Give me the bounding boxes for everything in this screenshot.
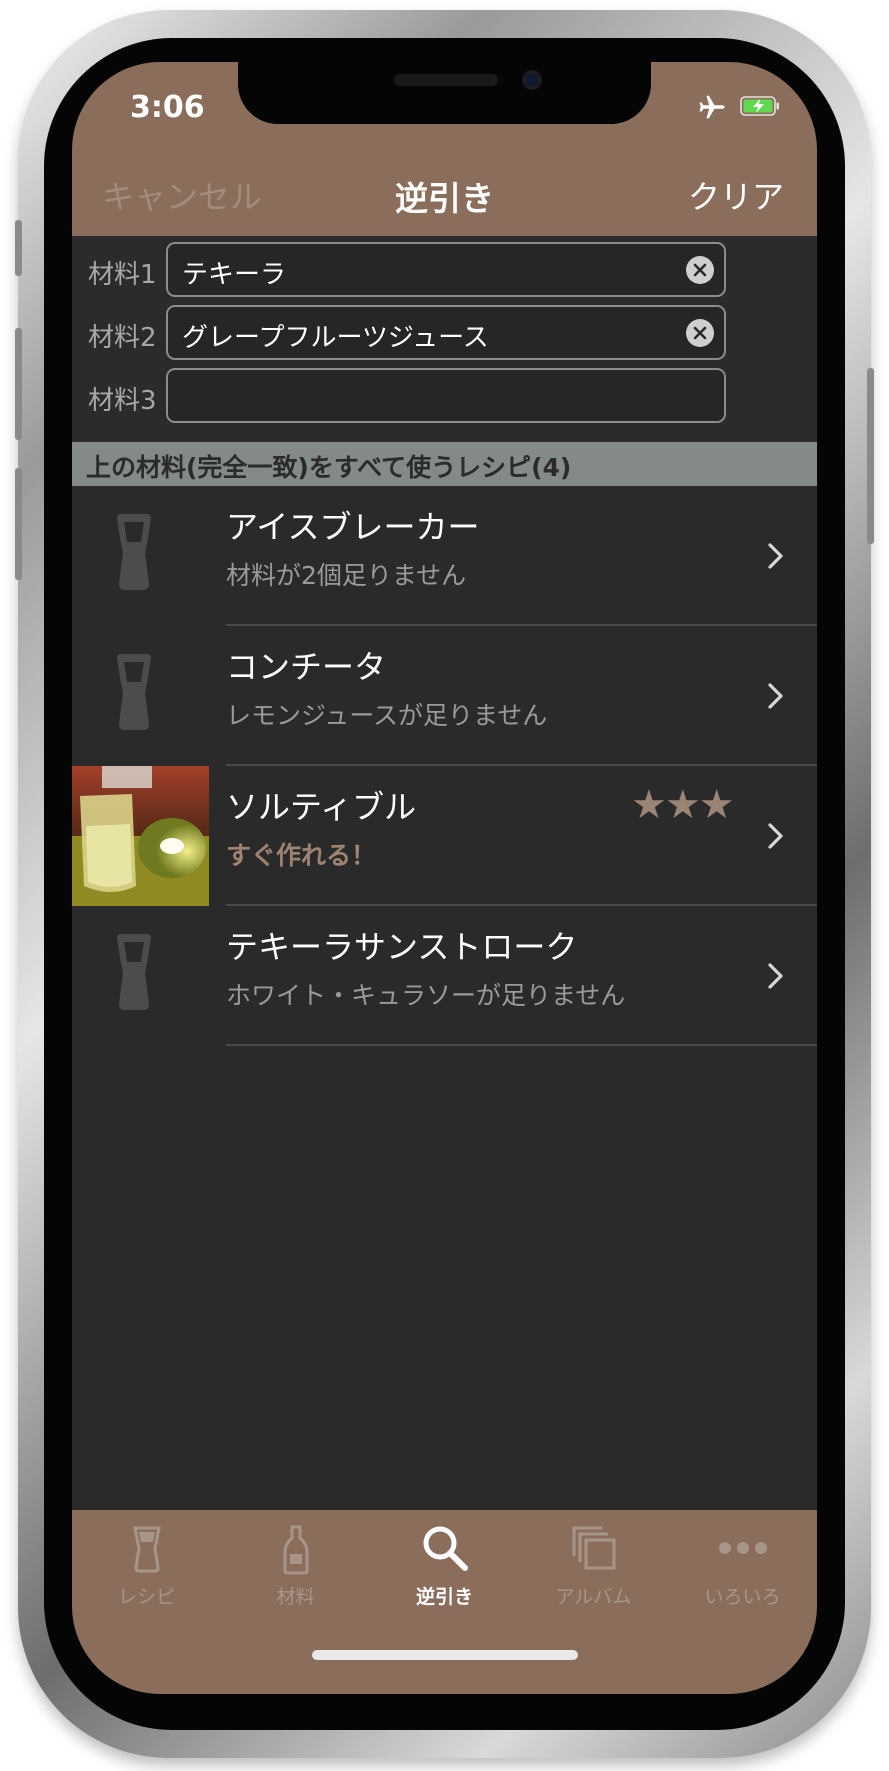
album-icon — [572, 1526, 615, 1570]
recipe-name: テキーラサンストローク — [226, 928, 578, 966]
chevron-right-icon — [768, 683, 783, 709]
speaker-grille — [394, 74, 498, 86]
section-header: 上の材料(完全一致)をすべて使うレシピ(4) — [72, 442, 817, 486]
search-icon — [423, 1526, 468, 1571]
ingredient-row-1: 材料1 テキーラ — [72, 242, 817, 300]
clear-field-2-button[interactable] — [686, 319, 714, 347]
ingredient-input-3[interactable] — [166, 368, 726, 423]
tab-reverse-lookup[interactable]: 逆引き — [370, 1510, 519, 1620]
ingredient-label-1: 材料1 — [88, 260, 157, 290]
close-icon — [693, 326, 707, 340]
volume-down-button — [15, 468, 22, 580]
chevron-right-icon — [768, 543, 783, 569]
ingredient-value-2: グレープフルーツジュース — [182, 323, 489, 353]
front-camera — [522, 70, 542, 90]
recipe-detail: ホワイト・キュラソーが足りません — [226, 981, 626, 1010]
ingredient-input-1[interactable]: テキーラ — [166, 242, 726, 297]
recipe-row[interactable]: テキーラサンストローク ホワイト・キュラソーが足りません — [72, 906, 817, 1046]
recipe-row[interactable]: アイスブレーカー 材料が2個足りません — [72, 486, 817, 626]
tab-recipe[interactable]: レシピ — [72, 1510, 221, 1620]
notch — [238, 62, 651, 124]
bottle-icon — [283, 1525, 308, 1575]
battery-charging-icon — [740, 96, 779, 116]
recipe-row[interactable]: ソルティブル ★★★ すぐ作れる！ — [72, 766, 817, 906]
ingredient-label-3: 材料3 — [88, 386, 157, 416]
close-icon — [693, 263, 707, 277]
silent-switch — [15, 220, 22, 276]
tab-label: レシピ — [117, 1586, 175, 1608]
ingredient-fields: 材料1 テキーラ 材料2 グレープフルーツジュース 材料3 — [72, 236, 817, 442]
glass-placeholder-icon — [117, 934, 151, 1010]
recipe-photo — [72, 766, 209, 906]
glass-icon — [132, 1526, 161, 1573]
home-indicator[interactable] — [312, 1650, 578, 1660]
tab-ingredients[interactable]: 材料 — [221, 1510, 370, 1620]
recipe-detail: 材料が2個足りません — [226, 561, 467, 590]
recipe-row[interactable]: コンチータ レモンジュースが足りません — [72, 626, 817, 766]
ingredient-value-1: テキーラ — [182, 260, 287, 290]
tab-label: 材料 — [276, 1586, 315, 1608]
status-time: 3:06 — [130, 90, 205, 125]
ingredient-label-2: 材料2 — [88, 323, 157, 353]
clear-button[interactable]: クリア — [688, 172, 784, 218]
tab-label: いろいろ — [704, 1586, 781, 1608]
recipe-detail: レモンジュースが足りません — [226, 701, 548, 730]
power-button — [867, 368, 874, 544]
tab-more[interactable]: いろいろ — [668, 1510, 817, 1620]
tab-album[interactable]: アルバム — [519, 1510, 668, 1620]
tab-label: アルバム — [555, 1586, 632, 1608]
row-divider — [226, 1044, 817, 1046]
recipe-name: アイスブレーカー — [226, 508, 480, 546]
recipe-detail: すぐ作れる！ — [226, 841, 377, 870]
more-icon — [718, 1542, 767, 1554]
recipe-name: コンチータ — [226, 648, 387, 686]
rating-stars: ★★★ — [631, 782, 735, 828]
recipe-name: ソルティブル — [226, 788, 417, 826]
tab-bar: レシピ 材料 逆引き アルバム いろいろ — [72, 1510, 817, 1694]
app-screen: 3:06 キャンセル 逆引き クリア 材料1 テキーラ 材料2 グレープフルーツ… — [72, 62, 817, 1694]
ingredient-input-2[interactable]: グレープフルーツジュース — [166, 305, 726, 360]
volume-up-button — [15, 328, 22, 440]
ingredient-row-2: 材料2 グレープフルーツジュース — [72, 305, 817, 363]
ingredient-row-3: 材料3 — [72, 368, 817, 426]
airplane-mode-icon — [699, 95, 725, 119]
glass-placeholder-icon — [117, 654, 151, 730]
section-header-label: 上の材料(完全一致)をすべて使うレシピ(4) — [86, 453, 572, 482]
chevron-right-icon — [768, 963, 783, 989]
glass-placeholder-icon — [117, 514, 151, 590]
tab-label: 逆引き — [415, 1586, 473, 1608]
clear-field-1-button[interactable] — [686, 256, 714, 284]
chevron-right-icon — [768, 823, 783, 849]
